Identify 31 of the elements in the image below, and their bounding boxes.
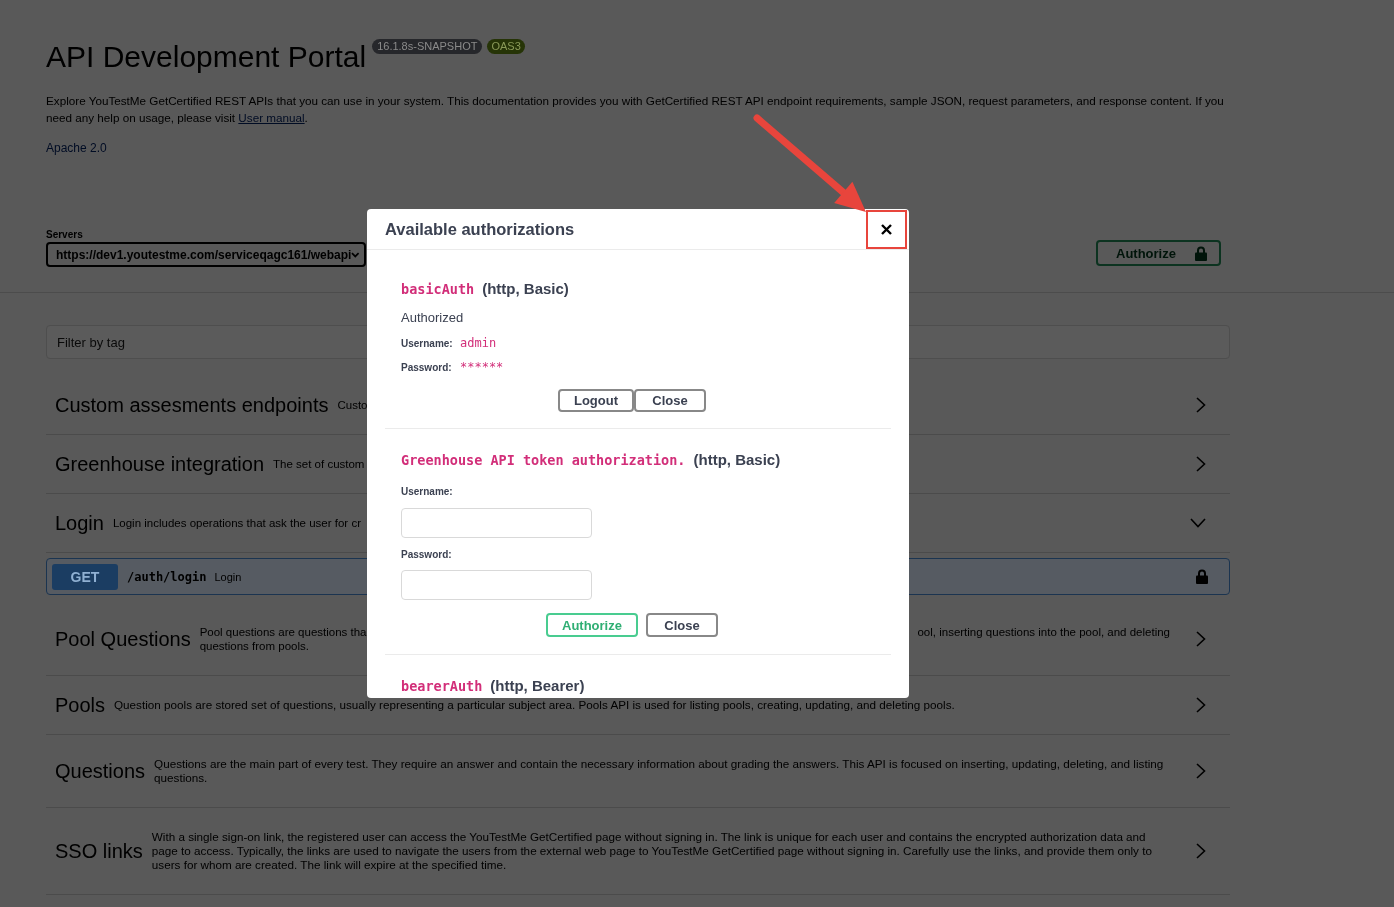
tag-description: With a single sign-on link, the registered user can access the YouTestMe GetCertified page without signing in. The link is unique for each user and contains the encrypted authorization data and page to access. Typically, the links are used to navigate the users from the external web page to YouTestMe GetCertified page without signing in. Carefully use the links, and provide them only to users for whom are created. The link will expire at the specified time. <box>151 830 1153 872</box>
intro-text: Explore YouTestMe GetCertified REST APIs that you can use in your system. This documentation provides you with GetCertified REST API endpoint requirements, sample JSON, request parameters, and response content. If you need any help on usage, please visit User manual. <box>46 93 1225 126</box>
version-badge: 16.1.8s-SNAPSHOT <box>372 39 483 54</box>
servers-label: Servers <box>46 229 83 241</box>
tag-description: ool, inserting questions into the pool, and deleting <box>917 625 1170 639</box>
tag-description: Question pools are stored set of questions, usually representing a particular subject area. Pools API is used for listing pools, creating, updating, and deleting pools. <box>114 698 956 712</box>
tag-description: Login includes operations that ask the user for cr <box>112 516 361 530</box>
field-label: Password: <box>401 361 453 375</box>
field-label: Username: <box>401 485 453 499</box>
field-label: Password: <box>401 548 452 562</box>
page-title: API Development Portal <box>46 40 367 74</box>
field-value: ****** <box>460 359 504 375</box>
tag-description: Questions are the main part of every test. They require an answer and contain the necessary information about grading the answers. This API is focused on inserting, updating, deleting, and listing questions. <box>154 757 1165 785</box>
scheme-type: (http, Basic) <box>693 450 781 470</box>
operation-summary: Login <box>214 570 242 583</box>
field-value: admin <box>460 335 497 351</box>
auth-status: Authorized <box>401 309 464 327</box>
scheme-type: (http, Basic) <box>482 279 569 299</box>
operation-path: /auth/login <box>127 569 207 584</box>
scheme-name: basicAuth <box>401 280 475 299</box>
tag-description: The set of custom <box>273 457 365 471</box>
tag-description: questions from pools. <box>199 639 310 653</box>
field-label: Username: <box>401 337 453 351</box>
method-badge: GET <box>52 563 118 590</box>
dialog-title: Available authorizations <box>385 219 575 240</box>
scheme-name: Greenhouse API token authorization. <box>401 451 686 470</box>
scheme-name: bearerAuth <box>401 677 483 696</box>
spec-badge: OAS3 <box>487 39 525 54</box>
tag-description: Custo <box>337 398 368 412</box>
tag-description: Pool questions are questions tha <box>199 625 367 639</box>
scheme-type: (http, Bearer) <box>490 676 585 696</box>
